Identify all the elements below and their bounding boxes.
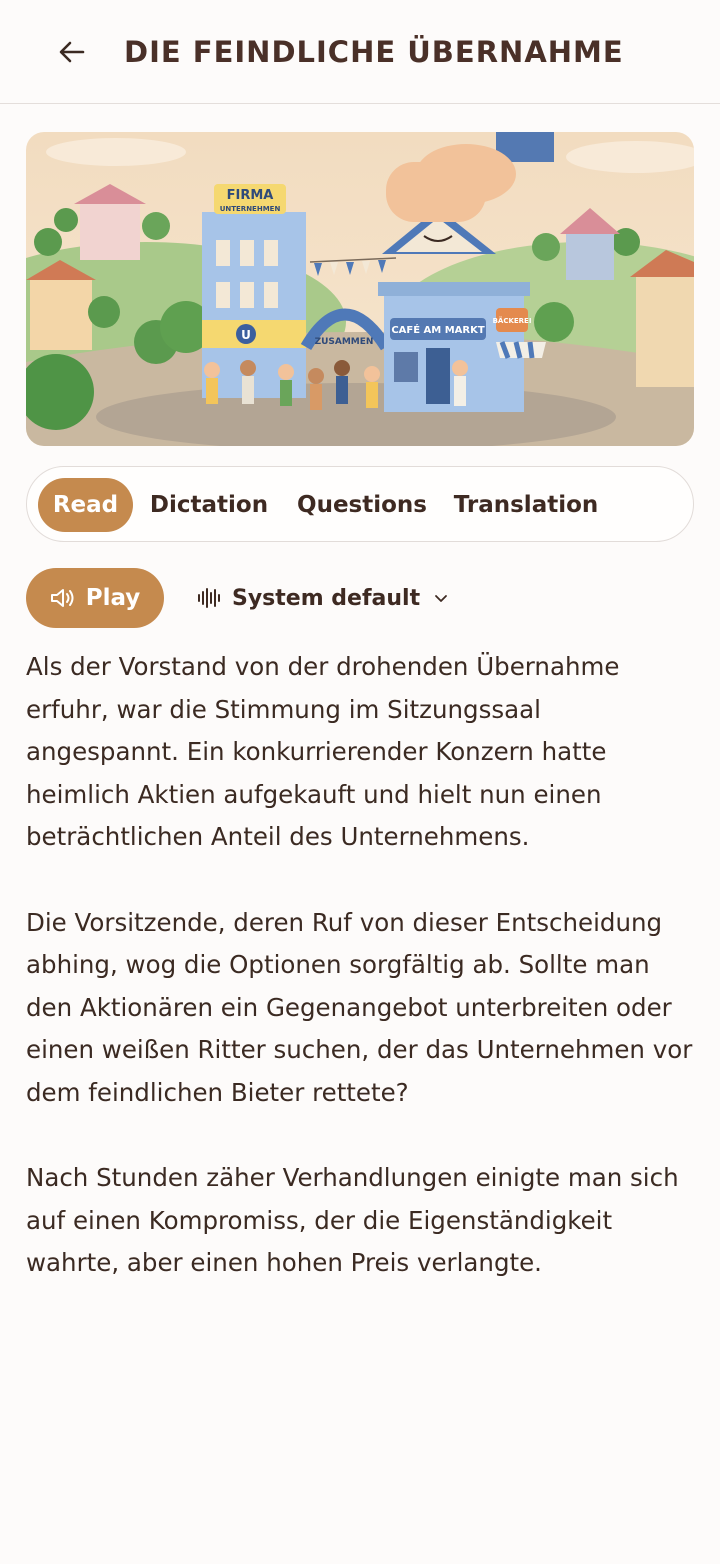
door-letter: U (241, 328, 251, 342)
sign-unternehmen: UNTERNEHMEN (220, 205, 281, 213)
voice-select[interactable]: System default (196, 575, 448, 621)
tab-questions[interactable]: Questions (291, 478, 433, 532)
voice-label: System default (232, 585, 421, 611)
story-paragraph: Nach Stunden zäher Verhandlungen einigte… (26, 1163, 679, 1278)
back-button[interactable] (50, 30, 94, 74)
story-illustration: FIRMA UNTERNEHMEN U ZUSAMMEN CAFÉ AM MAR… (26, 132, 694, 446)
speaker-icon (50, 589, 74, 607)
story-paragraph: Die Vorsitzende, deren Ruf von dieser En… (26, 907, 693, 1107)
play-button[interactable]: Play (26, 568, 164, 628)
chevron-down-icon (435, 595, 448, 602)
sign-zusammen: ZUSAMMEN (315, 337, 374, 347)
waveform-icon (198, 588, 220, 608)
tab-read[interactable]: Read (38, 478, 133, 532)
sign-baeckerei: BÄCKEREI (493, 316, 532, 325)
page-title: DIE FEINDLICHE ÜBERNAHME (124, 35, 624, 69)
sign-cafe: CAFÉ AM MARKT (391, 323, 485, 336)
tab-dictation[interactable]: Dictation (145, 478, 273, 532)
app-header: DIE FEINDLICHE ÜBERNAHME (0, 0, 720, 104)
story-text: Als der Vorstand von der drohenden Übern… (26, 646, 698, 1328)
arrow-left-icon (59, 41, 85, 63)
tab-translation[interactable]: Translation (451, 478, 601, 532)
play-label: Play (85, 585, 141, 611)
mode-tabs: Read Dictation Questions Translation (26, 466, 694, 542)
story-paragraph: Als der Vorstand von der drohenden Übern… (26, 652, 620, 852)
sign-firma: FIRMA (227, 188, 274, 203)
